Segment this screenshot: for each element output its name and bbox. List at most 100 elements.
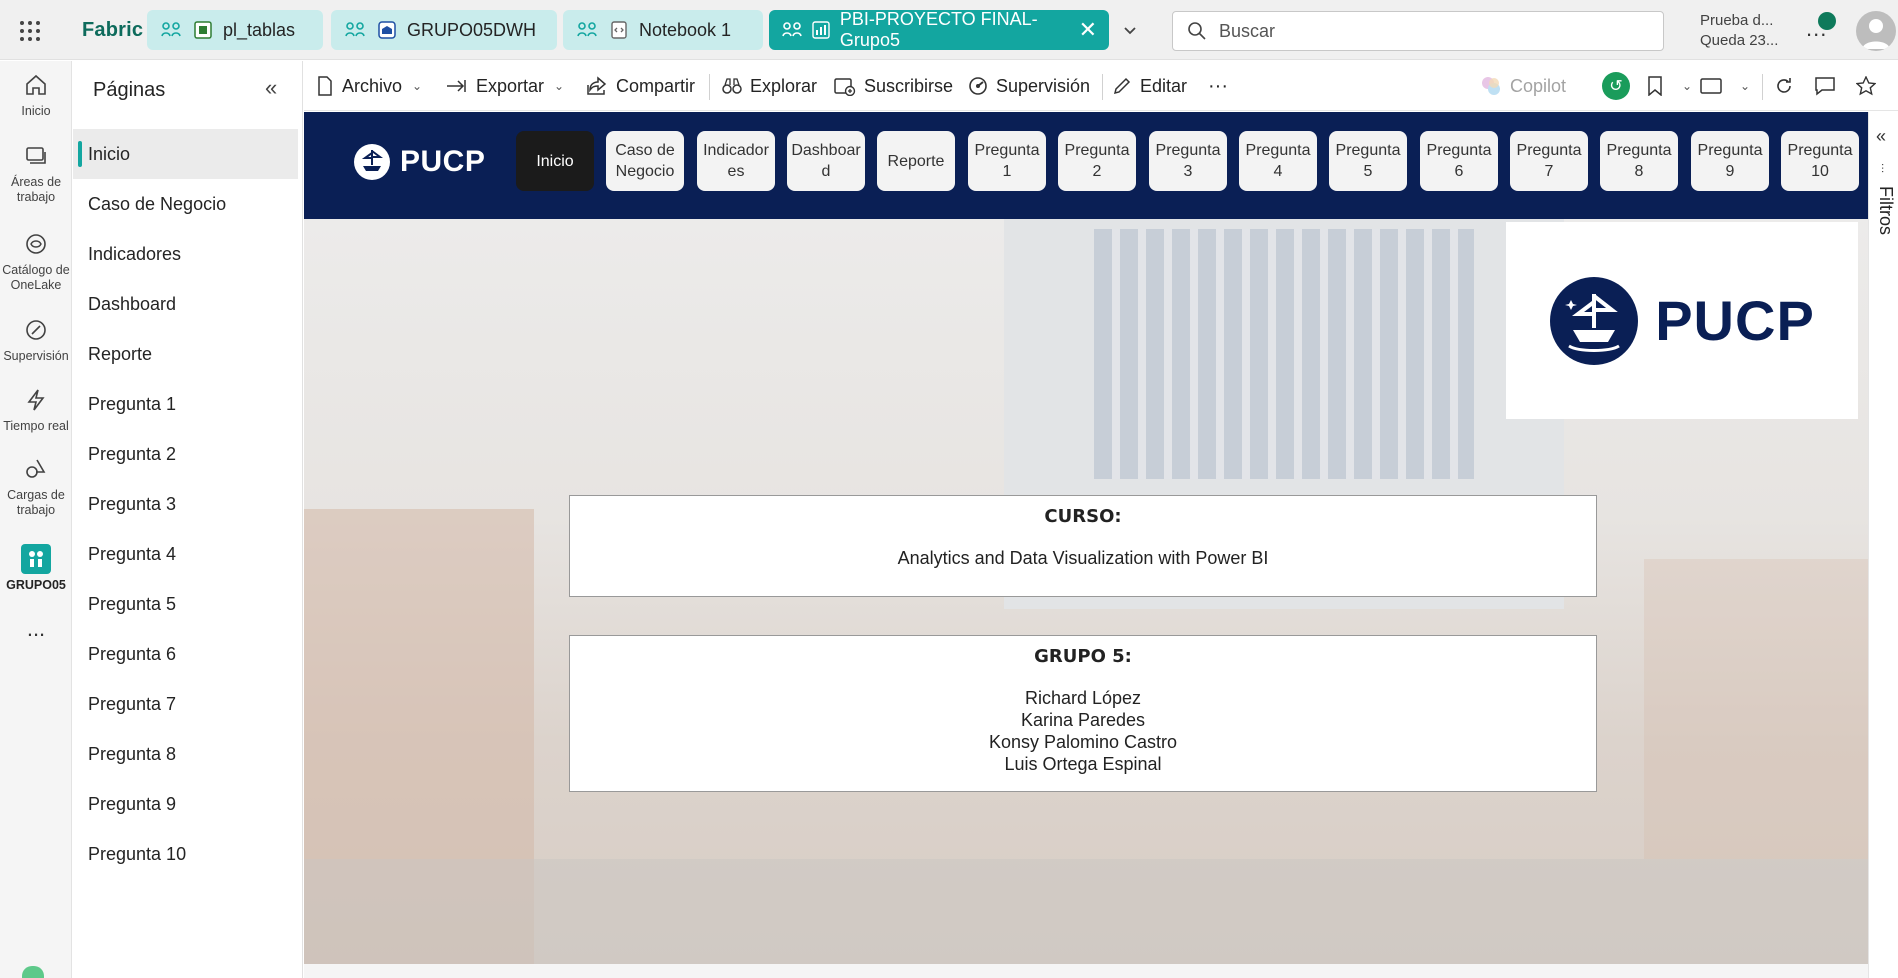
- page-item-pregunta-1[interactable]: Pregunta 1: [73, 379, 298, 429]
- rail-more-icon[interactable]: ...: [0, 618, 72, 640]
- rail-label: Inicio: [21, 104, 51, 118]
- nav-button-caso-de-negocio[interactable]: Caso de Negocio: [606, 131, 684, 191]
- nav-button-pregunta-2[interactable]: Pregunta 2: [1058, 131, 1136, 191]
- rail-item-onelake[interactable]: Catálogo de OneLake: [0, 229, 72, 293]
- rail-item-tiempo-real[interactable]: Tiempo real: [0, 385, 72, 434]
- workspace-icon: [343, 18, 367, 42]
- pucp-seal-icon: [1550, 276, 1639, 365]
- editar-button[interactable]: Editar: [1112, 61, 1187, 111]
- tab-pbi-proyecto-final[interactable]: PBI-PROYECTO FINAL-Grupo5 ✕: [769, 9, 1109, 50]
- compartir-button[interactable]: Compartir: [586, 61, 695, 111]
- copilot-button[interactable]: Copilot: [1480, 61, 1566, 111]
- page-item-reporte[interactable]: Reporte: [73, 329, 298, 379]
- toolbar-divider: [1762, 74, 1763, 100]
- page-item-pregunta-5[interactable]: Pregunta 5: [73, 579, 298, 629]
- workspaces-icon: [21, 141, 51, 171]
- page-item-inicio[interactable]: Inicio: [73, 129, 298, 179]
- page-item-caso-de-negocio[interactable]: Caso de Negocio: [73, 179, 298, 229]
- home-icon: [21, 70, 51, 100]
- page-item-pregunta-6[interactable]: Pregunta 6: [73, 629, 298, 679]
- filter-funnel-icon: ⫶: [1881, 162, 1885, 176]
- search-input[interactable]: Buscar: [1172, 11, 1664, 51]
- nav-button-pregunta-4[interactable]: Pregunta 4: [1239, 131, 1317, 191]
- favorite-button[interactable]: [1856, 61, 1884, 111]
- nav-button-pregunta-1[interactable]: Pregunta 1: [968, 131, 1046, 191]
- exportar-label: Exportar: [476, 75, 545, 96]
- rail-item-areas[interactable]: Áreas de trabajo: [0, 141, 72, 205]
- collapse-panel-icon[interactable]: «: [265, 75, 277, 101]
- trial-line-2: Queda 23...: [1700, 32, 1779, 49]
- filters-pane[interactable]: « ⫶ Filtros: [1868, 112, 1898, 978]
- compartir-label: Compartir: [616, 75, 696, 96]
- page-item-pregunta-4[interactable]: Pregunta 4: [73, 529, 298, 579]
- tab-label: pl_tablas: [223, 19, 296, 40]
- avatar[interactable]: [1856, 11, 1896, 51]
- share-icon: [587, 76, 607, 95]
- nav-logo-text: PUCP: [400, 145, 486, 178]
- page-item-dashboard[interactable]: Dashboard: [73, 279, 298, 329]
- file-icon: [318, 76, 332, 96]
- export-icon: [447, 80, 466, 92]
- expand-filters-icon[interactable]: «: [1876, 126, 1886, 147]
- nav-button-pregunta-8[interactable]: Pregunta 8: [1600, 131, 1678, 191]
- tab-grupo05dwh[interactable]: GRUPO05DWH: [331, 10, 557, 50]
- rail-label: Áreas de trabajo: [10, 175, 62, 204]
- page-item-pregunta-7[interactable]: Pregunta 7: [73, 679, 298, 729]
- report-canvas: PUCP Inicio Caso de Negocio Indicador es…: [304, 112, 1868, 964]
- workspace-icon: [575, 18, 599, 42]
- star-icon: [1856, 76, 1876, 96]
- more-options-icon[interactable]: ···: [1208, 61, 1228, 111]
- member-name: Luis Ortega Espinal: [1004, 754, 1162, 774]
- close-icon[interactable]: ✕: [1079, 19, 1097, 41]
- page-item-pregunta-2[interactable]: Pregunta 2: [73, 429, 298, 479]
- pencil-icon: [1113, 77, 1131, 95]
- trial-status[interactable]: Prueba d... Queda 23...: [1700, 11, 1778, 51]
- chevron-down-icon: ⌄: [412, 79, 423, 93]
- rail-item-grupo05[interactable]: GRUPO05: [0, 544, 72, 593]
- fabric-logo-icon: [22, 966, 44, 978]
- report-nav-band: PUCP Inicio Caso de Negocio Indicador es…: [304, 112, 1868, 219]
- tab-pl-tablas[interactable]: pl_tablas: [147, 10, 323, 50]
- nav-button-pregunta-9[interactable]: Pregunta 9: [1691, 131, 1769, 191]
- comment-button[interactable]: [1814, 61, 1844, 111]
- nav-button-reporte[interactable]: Reporte: [877, 131, 955, 191]
- page-item-pregunta-10[interactable]: Pregunta 10: [73, 829, 298, 879]
- supervision-button[interactable]: Supervisión: [968, 61, 1090, 111]
- page-item-pregunta-3[interactable]: Pregunta 3: [73, 479, 298, 529]
- bookmark-button[interactable]: ⌄: [1646, 61, 1692, 111]
- refresh-icon: [1777, 78, 1791, 93]
- explorar-label: Explorar: [750, 75, 818, 96]
- brand-name[interactable]: Fabric: [82, 19, 143, 42]
- suscribirse-button[interactable]: Suscribirse: [834, 61, 953, 111]
- nav-button-pregunta-3[interactable]: Pregunta 3: [1149, 131, 1227, 191]
- view-button[interactable]: ⌄: [1700, 61, 1750, 111]
- chevron-down-icon: ⌄: [1740, 79, 1751, 93]
- rail-label: GRUPO05: [6, 578, 66, 592]
- archivo-menu[interactable]: Archivo ⌄: [316, 61, 422, 111]
- page-item-indicadores[interactable]: Indicadores: [73, 229, 298, 279]
- app-launcher-icon[interactable]: [18, 19, 42, 43]
- exportar-menu[interactable]: Exportar ⌄: [446, 61, 564, 111]
- nav-button-pregunta-10[interactable]: Pregunta 10: [1781, 131, 1859, 191]
- course-name: Analytics and Data Visualization with Po…: [897, 548, 1269, 568]
- pucp-nav-logo: PUCP: [352, 142, 485, 182]
- rail-item-inicio[interactable]: Inicio: [0, 70, 72, 119]
- nav-button-dashboard[interactable]: Dashboar d: [787, 131, 865, 191]
- workspace-icon: [781, 18, 803, 42]
- tabs-overflow-chevron-icon[interactable]: [1118, 18, 1142, 42]
- rail-item-cargas[interactable]: Cargas de trabajo: [0, 454, 72, 518]
- explorar-button[interactable]: Explorar: [722, 61, 817, 111]
- tab-notebook-1[interactable]: Notebook 1: [563, 10, 763, 50]
- search-placeholder: Buscar: [1219, 20, 1276, 41]
- reset-button[interactable]: ↺: [1602, 61, 1630, 111]
- refresh-button[interactable]: [1774, 61, 1802, 111]
- nav-button-inicio[interactable]: Inicio: [516, 131, 594, 191]
- nav-button-pregunta-5[interactable]: Pregunta 5: [1329, 131, 1407, 191]
- rail-item-supervision[interactable]: Supervisión: [0, 315, 72, 364]
- nav-button-indicadores[interactable]: Indicador es: [697, 131, 775, 191]
- page-item-pregunta-8[interactable]: Pregunta 8: [73, 729, 298, 779]
- nav-button-pregunta-7[interactable]: Pregunta 7: [1510, 131, 1588, 191]
- nav-button-pregunta-6[interactable]: Pregunta 6: [1420, 131, 1498, 191]
- rail-label: Supervisión: [3, 349, 69, 363]
- page-item-pregunta-9[interactable]: Pregunta 9: [73, 779, 298, 829]
